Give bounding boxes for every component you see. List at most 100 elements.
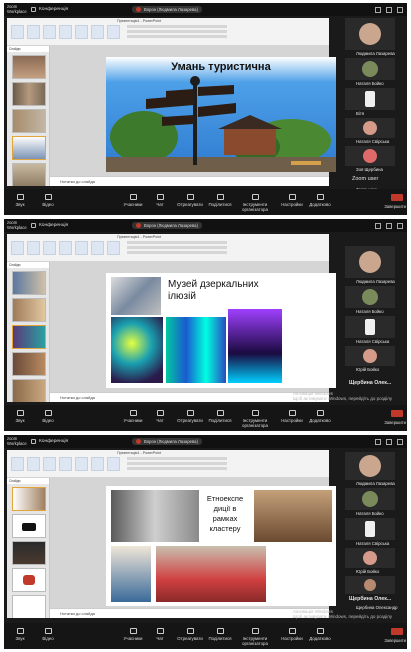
slide-thumbnail-selected[interactable]	[12, 325, 46, 349]
camera-icon	[44, 628, 52, 634]
participant-name: Наталя Свірська	[356, 541, 390, 546]
video-button[interactable]: Відео	[32, 194, 64, 207]
slide-thumbnail[interactable]	[12, 568, 46, 592]
window-controls[interactable]	[375, 223, 403, 229]
maximize-icon[interactable]	[386, 439, 392, 445]
minimize-icon[interactable]	[375, 7, 381, 13]
participant-tile[interactable]	[345, 518, 395, 540]
end-button[interactable]	[391, 194, 403, 201]
microphone-icon	[16, 628, 24, 634]
slide-thumbnail[interactable]	[12, 109, 46, 133]
participant-tile[interactable]	[345, 346, 395, 366]
participant-tile[interactable]	[345, 246, 395, 278]
slide-photo	[156, 546, 266, 602]
participant-tile[interactable]	[345, 488, 395, 510]
chat-button[interactable]: Чат	[144, 194, 176, 207]
shield-icon	[251, 194, 259, 200]
host-tools-button[interactable]: Інструменти організатора	[232, 628, 278, 646]
close-icon[interactable]	[397, 7, 403, 13]
signpost-illustration	[106, 76, 336, 172]
host-tools-button[interactable]: Інструменти організатора	[232, 194, 278, 212]
video-button[interactable]: Відео	[32, 410, 64, 423]
participant-name: Людмила Лазарева	[356, 481, 395, 486]
meeting-tab[interactable]: Конференція	[39, 439, 68, 444]
chat-icon	[156, 194, 164, 200]
people-icon	[129, 410, 137, 416]
notes-pane[interactable]: Нотатки до слайда	[50, 608, 329, 618]
slide-title: Музей дзеркальних ілюзій	[168, 279, 259, 302]
slide-thumbnail[interactable]	[12, 352, 46, 376]
chat-button[interactable]: Чат	[144, 628, 176, 641]
slide-thumbnail[interactable]	[12, 298, 46, 322]
participant-tile[interactable]	[345, 316, 395, 338]
participant-name: Щербина Олек...	[349, 380, 392, 386]
participant-tile[interactable]	[345, 286, 395, 308]
host-tools-button[interactable]: Інструменти організатора	[232, 410, 278, 428]
window-controls[interactable]	[375, 7, 403, 13]
people-icon	[129, 628, 137, 634]
ppt-ribbon: Презентація1 - PowerPoint	[7, 18, 329, 46]
avatar	[365, 319, 375, 335]
end-button[interactable]	[391, 628, 403, 635]
shared-screen: Презентація1 - PowerPoint Слайди Музей д…	[7, 234, 336, 402]
slide-thumbnail[interactable]	[12, 55, 46, 79]
more-dots-icon	[316, 628, 324, 634]
slide-photo	[254, 490, 332, 542]
maximize-icon[interactable]	[386, 7, 392, 13]
slide-thumbnail[interactable]	[12, 82, 46, 106]
shield-icon	[251, 410, 259, 416]
chat-icon	[156, 628, 164, 634]
video-button[interactable]: Відео	[32, 628, 64, 641]
participant-name: Zoom user	[352, 176, 379, 182]
window-controls[interactable]	[375, 439, 403, 445]
home-icon[interactable]	[31, 7, 36, 12]
end-button[interactable]	[391, 410, 403, 417]
participant-tile[interactable]	[345, 18, 395, 50]
meeting-tab[interactable]: Конференція	[39, 7, 68, 12]
chat-button[interactable]: Чат	[144, 410, 176, 423]
slide-thumbnail-selected[interactable]	[12, 136, 46, 160]
slide-thumbnail[interactable]	[12, 595, 46, 618]
avatar	[362, 491, 378, 507]
participant-tile[interactable]	[345, 58, 395, 80]
slide-thumbnail[interactable]	[12, 514, 46, 538]
notes-pane[interactable]: Нотатки до слайда	[50, 392, 329, 402]
maximize-icon[interactable]	[386, 223, 392, 229]
title-bar: zoom Workplace Конференція Ворон (Людмила…	[4, 219, 407, 232]
home-icon[interactable]	[31, 223, 36, 228]
participant-tile[interactable]	[345, 548, 395, 568]
more-button[interactable]: Додатково	[304, 410, 336, 423]
microphone-icon	[16, 410, 24, 416]
close-icon[interactable]	[397, 223, 403, 229]
slide-thumbnail[interactable]	[12, 541, 46, 565]
share-arrow-icon	[216, 410, 224, 416]
microphone-icon	[16, 194, 24, 200]
home-icon[interactable]	[31, 439, 36, 444]
participant-tile[interactable]	[345, 88, 395, 110]
people-icon	[129, 194, 137, 200]
slide-thumbnail[interactable]	[12, 163, 46, 186]
zoom-logo: zoom Workplace	[7, 4, 27, 14]
participant-tile[interactable]	[345, 452, 395, 480]
react-button[interactable]: Отреагувати	[174, 194, 206, 207]
participant-tile[interactable]	[345, 576, 395, 594]
avatar	[365, 521, 375, 537]
minimize-icon[interactable]	[375, 439, 381, 445]
slide-thumbnail[interactable]	[12, 271, 46, 295]
slides-panel: Слайди	[7, 262, 50, 402]
more-button[interactable]: Додатково	[304, 628, 336, 641]
participant-name: Наталя Бойко	[356, 309, 384, 314]
participants-gallery: Людмила Лазарева Наталя Бойко Вітя Натал…	[334, 16, 406, 192]
meeting-tab[interactable]: Конференція	[39, 223, 68, 228]
share-status-badge: Ворон (Людмила Лазарева)	[132, 438, 202, 445]
notes-pane[interactable]: Нотатки до слайда	[50, 176, 329, 186]
react-button[interactable]: Отреагувати	[174, 410, 206, 423]
participant-tile[interactable]	[345, 146, 395, 166]
close-icon[interactable]	[397, 439, 403, 445]
slide-thumbnail-selected[interactable]	[12, 487, 46, 511]
react-button[interactable]: Отреагувати	[174, 628, 206, 641]
minimize-icon[interactable]	[375, 223, 381, 229]
more-button[interactable]: Додатково	[304, 194, 336, 207]
slide-thumbnail[interactable]	[12, 379, 46, 402]
participant-tile[interactable]	[345, 118, 395, 138]
